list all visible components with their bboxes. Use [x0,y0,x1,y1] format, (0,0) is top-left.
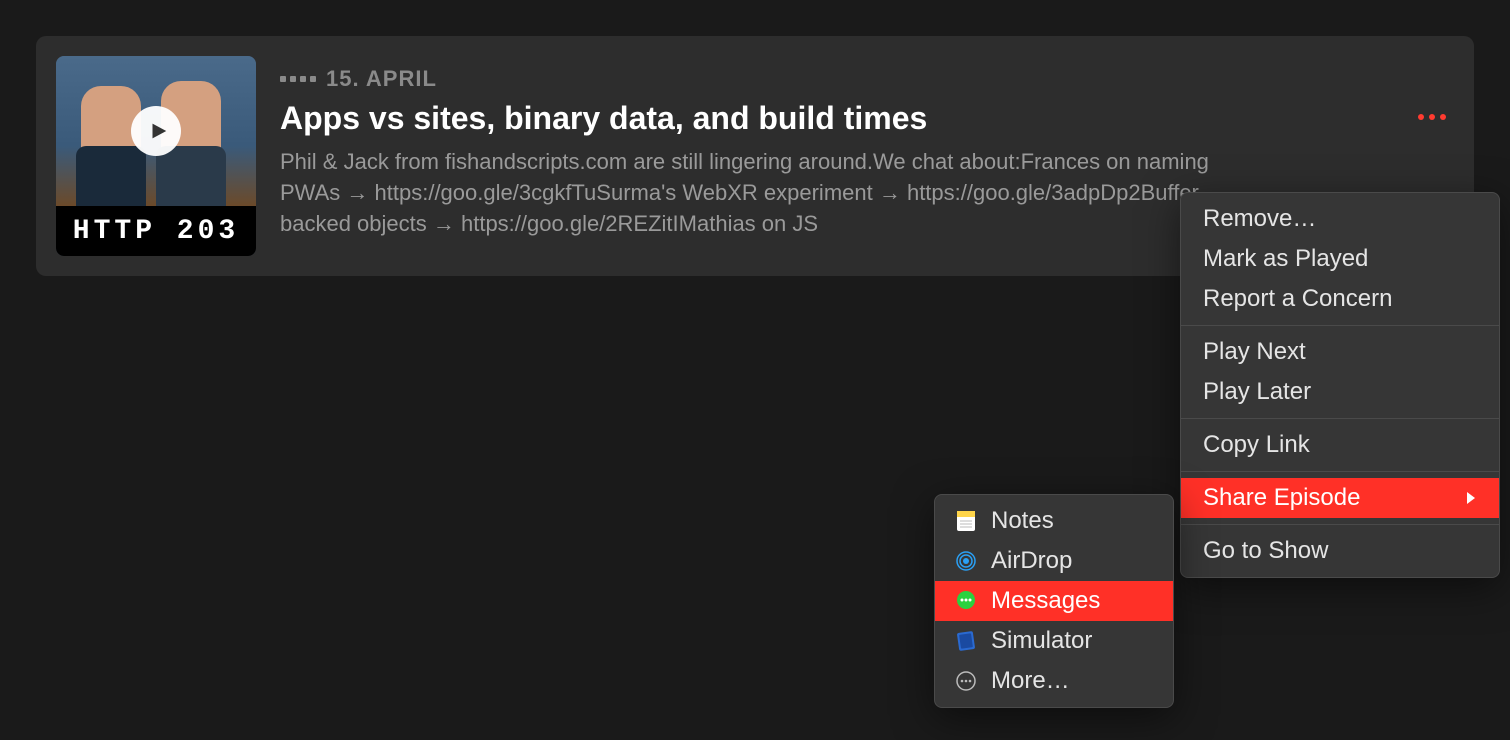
simulator-icon [953,628,979,654]
thumbnail-image [56,56,256,206]
messages-icon [953,588,979,614]
menu-item-label: Report a Concern [1203,285,1392,313]
menu-item-go-to-show[interactable]: Go to Show [1181,531,1499,571]
episode-meta: 15. APRIL [280,66,1454,92]
progress-dots-icon [280,76,316,82]
menu-item-label: Go to Show [1203,537,1328,565]
menu-item-label: Play Later [1203,378,1311,406]
menu-separator [1181,418,1499,419]
airdrop-icon [953,548,979,574]
play-icon[interactable] [131,106,181,156]
share-item-notes[interactable]: Notes [935,501,1173,541]
share-item-label: Notes [991,507,1054,535]
menu-item-label: Play Next [1203,338,1306,366]
menu-item-play-later[interactable]: Play Later [1181,372,1499,412]
episode-thumbnail[interactable]: HTTP 203 [56,56,256,256]
share-item-more[interactable]: More… [935,661,1173,701]
menu-separator [1181,471,1499,472]
chevron-right-icon [1465,484,1477,512]
menu-item-label: Copy Link [1203,431,1310,459]
menu-separator [1181,524,1499,525]
episode-description: Phil & Jack from fishandscripts.com are … [280,147,1230,239]
thumbnail-label: HTTP 203 [56,206,256,256]
share-item-simulator[interactable]: Simulator [935,621,1173,661]
menu-separator [1181,325,1499,326]
menu-item-remove[interactable]: Remove… [1181,199,1499,239]
menu-item-mark-as-played[interactable]: Mark as Played [1181,239,1499,279]
more-icon [953,668,979,694]
menu-item-play-next[interactable]: Play Next [1181,332,1499,372]
menu-item-label: Share Episode [1203,484,1360,512]
share-item-airdrop[interactable]: AirDrop [935,541,1173,581]
menu-item-label: Remove… [1203,205,1316,233]
episode-date: 15. APRIL [326,66,437,92]
share-submenu: Notes AirDrop Messages Simulator More… [934,494,1174,708]
share-item-label: AirDrop [991,547,1072,575]
episode-title[interactable]: Apps vs sites, binary data, and build ti… [280,100,1454,137]
share-item-label: Simulator [991,627,1092,655]
share-item-messages[interactable]: Messages [935,581,1173,621]
notes-icon [953,508,979,534]
share-item-label: Messages [991,587,1100,615]
share-item-label: More… [991,667,1070,695]
context-menu: Remove… Mark as Played Report a Concern Pla… [1180,192,1500,578]
more-options-button[interactable] [1410,106,1454,128]
menu-item-label: Mark as Played [1203,245,1368,273]
menu-item-share-episode[interactable]: Share Episode [1181,478,1499,518]
menu-item-report-a-concern[interactable]: Report a Concern [1181,279,1499,319]
menu-item-copy-link[interactable]: Copy Link [1181,425,1499,465]
